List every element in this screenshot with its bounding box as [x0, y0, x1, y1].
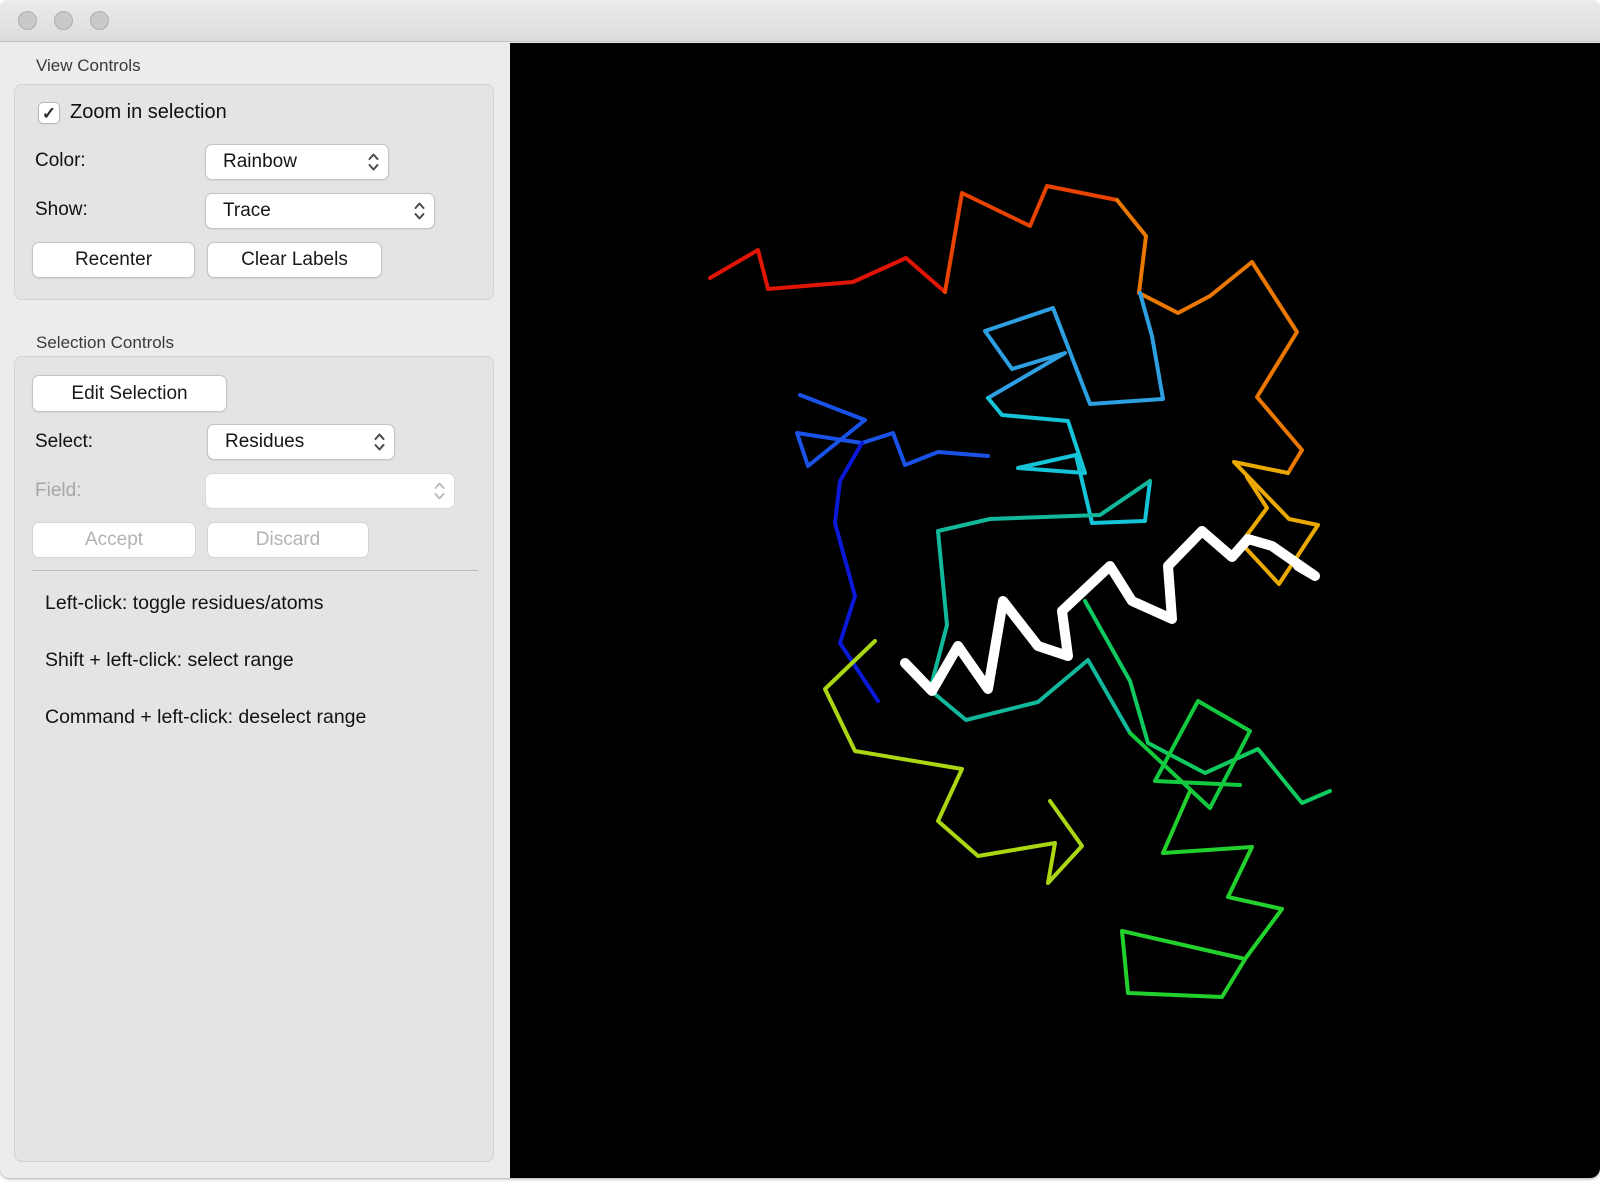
- field-label: Field:: [35, 480, 82, 501]
- protein-trace: [708, 184, 1332, 999]
- show-dropdown-value: Trace: [223, 200, 271, 221]
- view-controls-title: View Controls: [36, 56, 141, 75]
- trace-segment-blue: [795, 393, 990, 468]
- select-dropdown-value: Residues: [225, 431, 305, 452]
- recenter-button[interactable]: Recenter: [32, 242, 195, 278]
- trace-segment-spring-green: [1083, 599, 1332, 805]
- minimize-window-button[interactable]: [54, 11, 73, 30]
- divider: [32, 570, 478, 571]
- select-label: Select:: [35, 431, 94, 452]
- show-label: Show:: [35, 199, 88, 220]
- chevron-up-down-icon: [362, 150, 384, 174]
- instruction-shift-click: Shift + left-click: select range: [45, 649, 294, 671]
- close-window-button[interactable]: [18, 11, 37, 30]
- color-dropdown[interactable]: Rainbow: [205, 144, 389, 180]
- show-dropdown[interactable]: Trace: [205, 193, 435, 229]
- selection-controls-title: Selection Controls: [36, 333, 174, 352]
- window-controls: [18, 11, 109, 30]
- edit-selection-button[interactable]: Edit Selection: [32, 375, 227, 412]
- molecule-viewport[interactable]: [510, 43, 1600, 1178]
- instruction-command-click: Command + left-click: deselect range: [45, 706, 367, 728]
- chevron-up-down-icon: [368, 430, 390, 454]
- titlebar[interactable]: [0, 0, 1600, 42]
- trace-segment-dark-blue: [833, 441, 880, 703]
- zoom-in-selection-label[interactable]: Zoom in selection: [70, 101, 227, 124]
- field-dropdown: [205, 473, 455, 509]
- zoom-in-selection-checkbox[interactable]: ✓: [38, 102, 60, 124]
- trace-segment-green: [1120, 789, 1284, 999]
- trace-segment-sky-blue: [983, 291, 1165, 406]
- zoom-window-button[interactable]: [90, 11, 109, 30]
- trace-segment-teal: [928, 479, 1152, 735]
- control-sidebar: View Controls ✓ Zoom in selection Color:…: [0, 43, 510, 1178]
- chevron-up-down-icon: [428, 479, 450, 503]
- accept-button: Accept: [32, 522, 196, 558]
- clear-labels-button[interactable]: Clear Labels: [207, 242, 382, 278]
- chevron-up-down-icon: [408, 199, 430, 223]
- trace-segment-red: [708, 248, 947, 294]
- instruction-left-click: Left-click: toggle residues/atoms: [45, 592, 324, 614]
- color-label: Color:: [35, 150, 86, 171]
- select-dropdown[interactable]: Residues: [207, 424, 395, 460]
- color-dropdown-value: Rainbow: [223, 151, 297, 172]
- trace-segment-orange: [1115, 198, 1304, 475]
- discard-button: Discard: [207, 522, 369, 558]
- trace-segment-orange-red: [943, 184, 1119, 294]
- checkmark-icon: ✓: [41, 103, 57, 123]
- app-window: View Controls ✓ Zoom in selection Color:…: [0, 0, 1600, 1178]
- trace-segment-cyan: [986, 396, 1152, 525]
